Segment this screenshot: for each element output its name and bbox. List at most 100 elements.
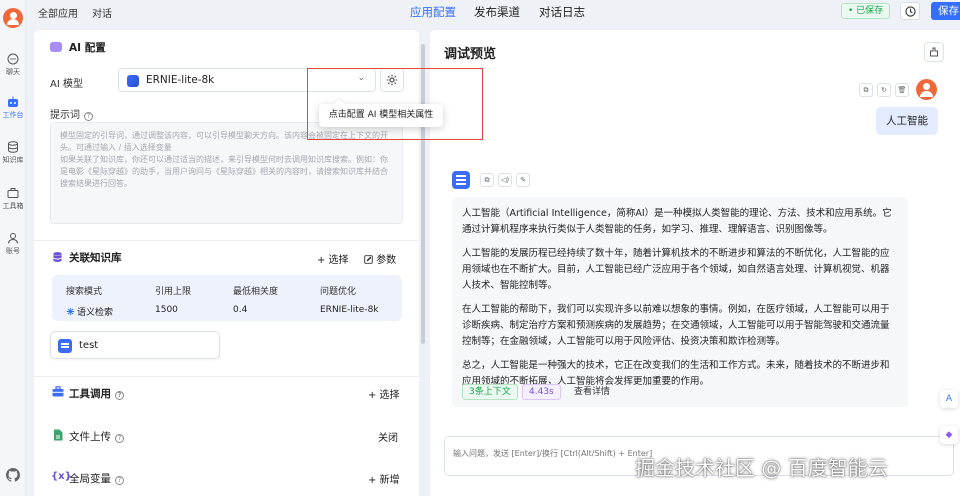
table-header: 搜索模式 xyxy=(66,287,103,297)
kb-params-label: 参数 xyxy=(376,255,397,266)
saved-status-badge: • 已保存 xyxy=(841,3,891,19)
chat-icon xyxy=(7,53,19,65)
database-icon xyxy=(8,141,18,153)
ai-model-label: AI 模型 xyxy=(50,79,83,90)
broom-icon xyxy=(930,47,938,57)
nav-label: 知识库 xyxy=(2,156,24,164)
top-bar: 全部应用 对话 应用配置 发布渠道 对话日志 • 已保存 保存 ▾ xyxy=(26,0,960,24)
translate-icon: A xyxy=(945,394,953,404)
history-button[interactable] xyxy=(900,2,920,20)
trash-icon: 🗑 xyxy=(897,86,907,94)
table-header: 问题优化 xyxy=(320,287,357,297)
help-icon[interactable]: ? xyxy=(84,112,93,121)
nav-label: 账号 xyxy=(6,247,20,255)
nav-item-chat[interactable]: 聊天 xyxy=(0,53,26,77)
model-settings-tooltip: 点击配置 AI 模型相关属性 xyxy=(319,104,443,127)
assistant-float-button[interactable]: ◆ xyxy=(940,426,958,444)
view-details-link[interactable]: 查看详情 xyxy=(568,384,616,400)
save-button-label: 保存 xyxy=(938,5,959,17)
clear-chat-button[interactable] xyxy=(924,42,944,62)
prompt-label: 提示词? xyxy=(50,106,93,121)
kb-params-button[interactable]: 参数 xyxy=(364,251,396,266)
table-header: 引用上限 xyxy=(155,287,192,297)
tools-select-button[interactable]: + 选择 xyxy=(368,386,400,401)
kb-select-button[interactable]: + 选择 xyxy=(317,251,349,266)
translate-float-button[interactable]: A xyxy=(940,390,958,408)
tab-publish-channel[interactable]: 发布渠道 xyxy=(474,4,520,20)
refresh-icon: ↻ xyxy=(881,86,887,94)
model-logo-icon xyxy=(127,75,139,87)
model-name: ERNIE-lite-8k xyxy=(146,74,215,86)
save-button[interactable]: 保存 ▾ xyxy=(931,2,960,20)
watermark-text: 掘金技术社区 @ 百度智能云 xyxy=(635,456,888,480)
toolbox-icon xyxy=(52,386,64,397)
ai-message-bubble: 人工智能（Artificial Intelligence，简称AI）是一种模拟人… xyxy=(452,197,908,407)
help-icon[interactable]: ? xyxy=(115,434,124,443)
global-vars-add-button[interactable]: + 新增 xyxy=(368,471,400,486)
file-upload-icon xyxy=(54,429,63,441)
help-icon[interactable]: ? xyxy=(115,476,124,485)
kb-section-title: 关联知识库 xyxy=(69,252,122,264)
global-vars-title: 全局变量? xyxy=(69,471,124,486)
ai-config-title: AI 配置 xyxy=(69,42,106,54)
copy-icon: ⧉ xyxy=(863,85,869,94)
nav-label: 工作台 xyxy=(2,111,24,119)
table-cell: 1500 xyxy=(155,305,178,315)
breadcrumb-current: 对话 xyxy=(92,9,112,20)
pencil-icon: ✎ xyxy=(520,176,526,184)
breadcrumb-all-apps[interactable]: 全部应用 xyxy=(38,5,78,20)
prompt-placeholder-line2: 如果关联了知识库，你还可以通过适当的描述，来引导模型何时去调用知识库搜索。例如：… xyxy=(60,155,388,188)
table-header: 最低相关度 xyxy=(233,287,279,297)
user-avatar xyxy=(916,79,937,100)
semantic-search-icon xyxy=(66,307,75,316)
kb-settings-table: 搜索模式 引用上限 最低相关度 问题优化 语义检索 1500 0.4 ERNIE… xyxy=(52,275,402,321)
edit-icon xyxy=(364,255,373,264)
table-cell-search-mode: 语义检索 xyxy=(66,305,113,318)
user-avatar-icon[interactable] xyxy=(3,8,23,28)
knowledge-base-icon xyxy=(53,252,62,262)
cube-icon: ◆ xyxy=(945,430,953,440)
clock-icon xyxy=(904,5,916,17)
user-message-bubble: 人工智能 xyxy=(876,107,938,135)
edit-button[interactable]: ✎ xyxy=(516,173,530,187)
nav-label: 工具箱 xyxy=(2,202,24,210)
toolbox-icon xyxy=(7,188,19,198)
robot-icon xyxy=(8,96,18,107)
delete-button[interactable]: 🗑 xyxy=(895,83,909,97)
tab-chat-logs[interactable]: 对话日志 xyxy=(539,4,585,20)
kb-file-card[interactable]: test xyxy=(50,331,220,359)
preview-title: 调试预览 xyxy=(444,47,497,62)
table-cell: 0.4 xyxy=(233,305,248,315)
retry-button[interactable]: ↻ xyxy=(877,83,891,97)
nav-label: 聊天 xyxy=(6,68,20,76)
nav-item-toolbox[interactable]: 工具箱 xyxy=(0,187,26,211)
copy-button[interactable]: ⧉ xyxy=(480,173,494,187)
speaker-icon: ◁) xyxy=(500,176,510,184)
ai-avatar xyxy=(452,171,470,189)
nav-item-knowledge[interactable]: 知识库 xyxy=(0,141,26,165)
divider xyxy=(34,376,419,377)
help-icon[interactable]: ? xyxy=(115,391,124,400)
chat-input[interactable] xyxy=(453,449,653,458)
ai-paragraph: 人工智能（Artificial Intelligence，简称AI）是一种模拟人… xyxy=(462,208,892,235)
nav-item-account[interactable]: 账号 xyxy=(0,232,26,256)
file-upload-title: 文件上传? xyxy=(69,429,124,444)
tools-section-title: 工具调用? xyxy=(69,386,124,401)
ai-config-icon xyxy=(50,42,62,52)
copy-button[interactable]: ⧉ xyxy=(859,83,873,97)
debug-preview-panel: 调试预览 ⧉ ↻ 🗑 人工智能 ⧉ ◁) ✎ 人工智能（Artificial I… xyxy=(430,30,960,496)
tab-app-config[interactable]: 应用配置 xyxy=(410,4,456,20)
context-count-tag[interactable]: 3条上下文 xyxy=(462,384,518,400)
copy-icon: ⧉ xyxy=(484,175,490,184)
response-time-tag: 4.43s xyxy=(522,384,561,400)
ai-paragraph: 人工智能的发展历程已经持续了数十年，随着计算机技术的不断进步和算法的不断优化，人… xyxy=(462,248,890,291)
file-icon xyxy=(58,339,72,353)
github-icon[interactable] xyxy=(6,468,20,482)
voice-button[interactable]: ◁) xyxy=(498,173,512,187)
account-icon xyxy=(8,233,18,244)
table-cell: ERNIE-lite-8k xyxy=(320,305,379,315)
file-upload-status[interactable]: 关闭 xyxy=(378,429,398,444)
divider xyxy=(34,240,419,241)
left-nav: 聊天 工作台 知识库 工具箱 账号 xyxy=(0,0,26,496)
nav-item-workbench[interactable]: 工作台 xyxy=(0,96,26,120)
